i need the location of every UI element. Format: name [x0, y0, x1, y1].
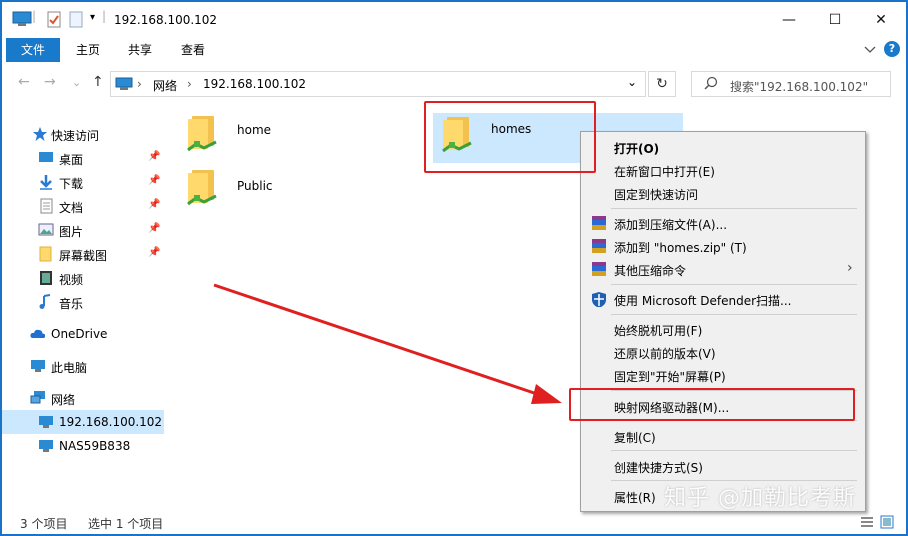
watermark: 知乎 @加勒比考斯: [664, 486, 856, 511]
annotation-arrow-icon: [213, 283, 562, 404]
